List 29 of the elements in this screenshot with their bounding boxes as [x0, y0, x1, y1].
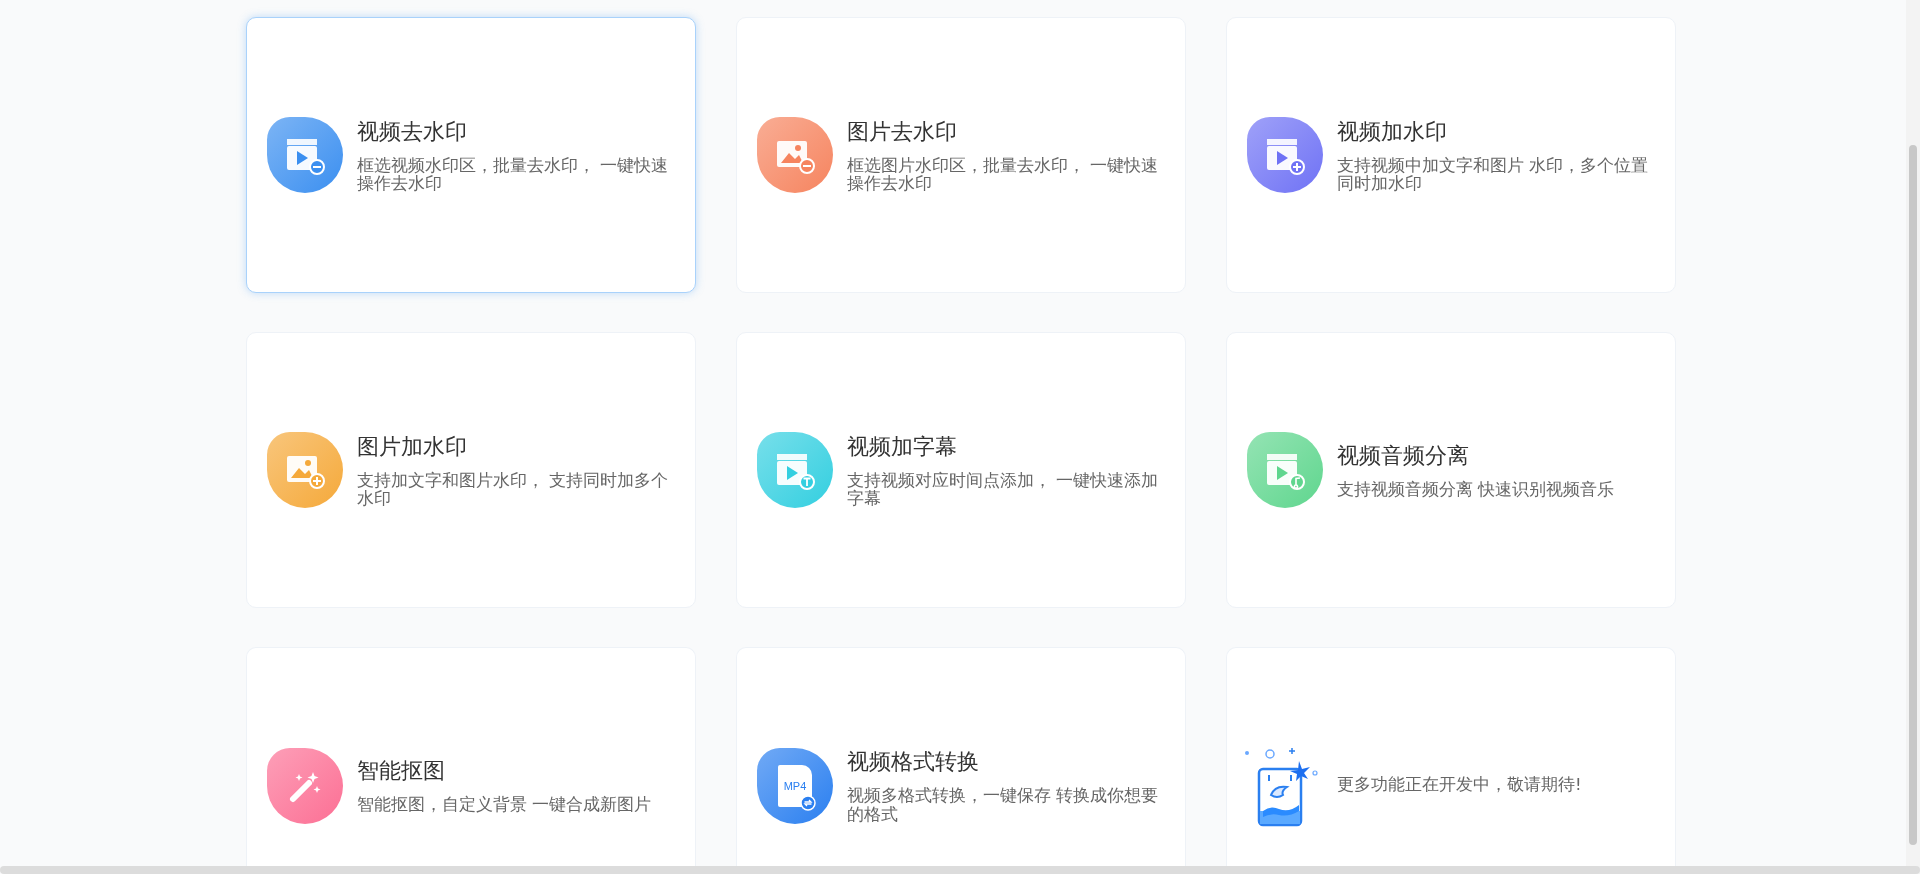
file-icon: MP4 [757, 747, 833, 824]
feature-title: 视频加字幕 [847, 432, 958, 461]
feature-card[interactable]: MP4 视频格式转换 视频多格式转换，一键保存 转换成你想要的格式 [736, 647, 1186, 866]
feature-description: 支持视频音频分离 快速识别视频音乐 [1337, 480, 1615, 500]
feature-card[interactable]: 智能抠图 智能抠图，自定义背景 一键合成新图片 [246, 647, 696, 866]
feature-title: 视频加水印 [1337, 117, 1448, 146]
feature-description: 支持视频对应时间点添加， 一键快速添加字幕 [847, 471, 1160, 509]
feature-title: 视频格式转换 [847, 748, 980, 777]
feature-card[interactable]: 更多功能正在开发中，敬请期待! [1226, 647, 1676, 866]
feature-title: 图片去水印 [847, 117, 958, 146]
feature-card[interactable]: 图片去水印 框选图片水印区，批量去水印， 一键快速操作去水印 [736, 17, 1186, 293]
feature-card[interactable]: 视频加水印 支持视频中加文字和图片 水印，多个位置同时加水印 [1226, 17, 1676, 293]
vertical-scrollbar[interactable] [1906, 0, 1920, 874]
feature-card[interactable]: 图片加水印 支持加文字和图片水印， 支持同时加多个水印 [246, 332, 696, 608]
feature-description: 智能抠图，自定义背景 一键合成新图片 [357, 796, 652, 815]
feature-description: 支持视频中加文字和图片 水印，多个位置同时加水印 [1337, 156, 1650, 194]
horizontal-scrollbar[interactable] [0, 866, 1920, 874]
feature-description: 框选视频水印区，批量去水印， 一键快速操作去水印 [357, 156, 670, 194]
feature-title: 智能抠图 [357, 757, 446, 786]
feature-card[interactable]: 视频加字幕 支持视频对应时间点添加， 一键快速添加字幕 [736, 332, 1186, 608]
feature-card[interactable]: 视频音频分离 支持视频音频分离 快速识别视频音乐 [1226, 332, 1676, 608]
feature-description: 视频多格式转换，一键保存 转换成你想要的格式 [847, 787, 1160, 824]
feature-description: 框选图片水印区，批量去水印， 一键快速操作去水印 [847, 156, 1160, 194]
coming-soon-text: 更多功能正在开发中，敬请期待! [1337, 776, 1582, 795]
feature-title: 图片加水印 [357, 432, 468, 461]
feature-description: 支持加文字和图片水印， 支持同时加多个水印 [357, 471, 670, 509]
feature-title: 视频音频分离 [1337, 441, 1470, 470]
feature-title: 视频去水印 [357, 117, 468, 146]
feature-card[interactable]: 视频去水印 框选视频水印区，批量去水印， 一键快速操作去水印 [246, 17, 696, 293]
